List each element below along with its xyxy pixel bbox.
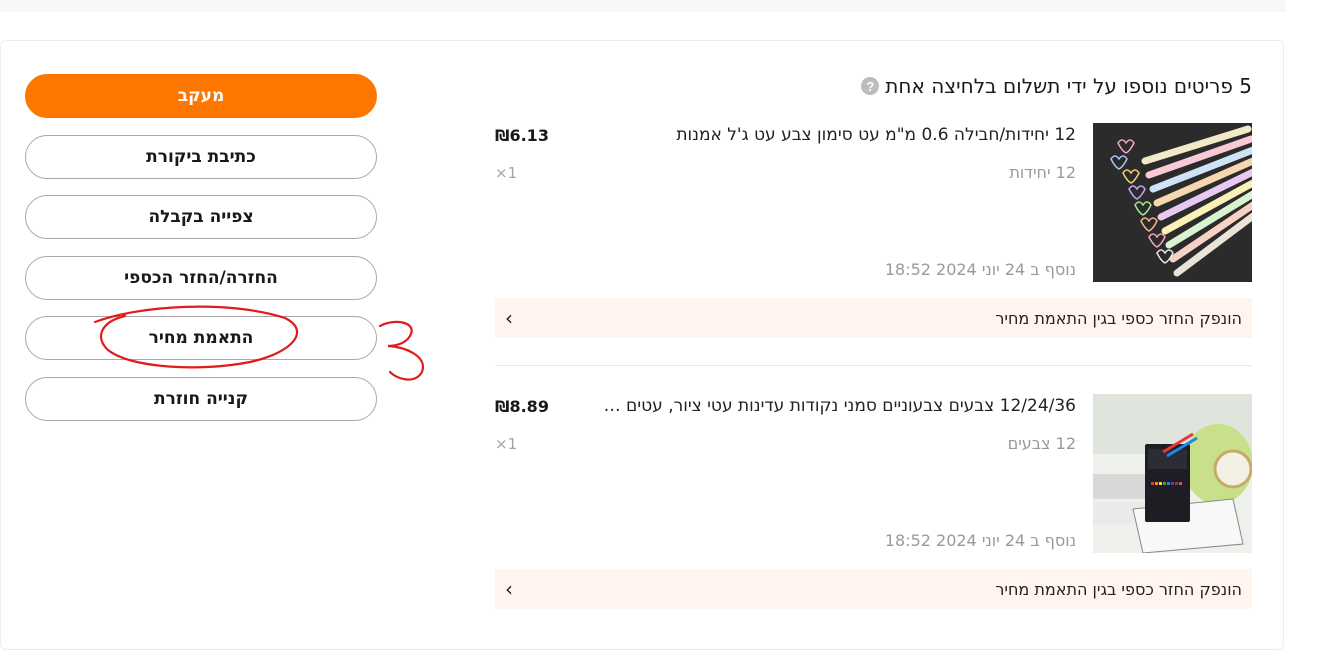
item-added-date: נוסף ב 24 יוני 2024 18:52 (884, 260, 1076, 279)
item-price: ₪8.89 (495, 397, 549, 416)
refund-notice-text: הונפק החזר כספי בגין התאמת מחיר (995, 308, 1242, 328)
item-quantity: ×1 (495, 435, 518, 453)
chevron-left-icon: ‹ (505, 306, 513, 330)
order-actions: מעקב כתיבת ביקורת צפייה בקבלה החזרה/החזר… (25, 74, 377, 437)
items-divider (495, 365, 1252, 366)
item-price: ₪6.13 (495, 126, 549, 145)
refund-notice-bar[interactable]: ‹ הונפק החזר כספי בגין התאמת מחיר (495, 569, 1252, 609)
price-adjustment-button[interactable]: התאמת מחיר (25, 316, 377, 360)
track-button[interactable]: מעקב (25, 74, 377, 118)
item-title[interactable]: 12 יחידות/חבילה 0.6 מ"מ עט סימון צבע עט … (601, 125, 1076, 145)
help-icon[interactable]: ? (861, 77, 880, 95)
markers-product-image[interactable] (1093, 394, 1252, 553)
item-title[interactable]: 12/24/36 צבעים צבעוניים סמני נקודות עדינ… (601, 396, 1076, 416)
order-item: 12/24/36 צבעים צבעוניים סמני נקודות עדינ… (495, 394, 1252, 609)
write-review-button[interactable]: כתיבת ביקורת (25, 134, 377, 179)
order-item: 12 יחידות/חבילה 0.6 מ"מ עט סימון צבע עט … (495, 123, 1252, 338)
view-receipt-button[interactable]: צפייה בקבלה (25, 195, 377, 239)
top-strip (0, 0, 1286, 12)
item-variant: 12 צבעים (1007, 434, 1076, 453)
return-refund-button[interactable]: החזרה/החזר הכספי (25, 255, 377, 300)
chevron-left-icon: ‹ (505, 577, 513, 601)
item-quantity: ×1 (495, 164, 518, 182)
item-added-date: נוסף ב 24 יוני 2024 18:52 (884, 531, 1076, 550)
buy-again-button[interactable]: קנייה חוזרת (25, 376, 377, 421)
items-header-title: 5 פריטים נוספו על ידי תשלום בלחיצה אחת (885, 74, 1252, 98)
markers-image-svg (1093, 394, 1252, 553)
item-variant: 12 יחידות (1009, 163, 1076, 182)
gel-pens-image-svg (1093, 123, 1252, 282)
gel-pens-product-image[interactable] (1093, 123, 1252, 282)
refund-notice-text: הונפק החזר כספי בגין התאמת מחיר (995, 579, 1242, 599)
items-header: 5 פריטים נוספו על ידי תשלום בלחיצה אחת ? (861, 72, 1252, 100)
refund-notice-bar[interactable]: ‹ הונפק החזר כספי בגין התאמת מחיר (495, 298, 1252, 338)
